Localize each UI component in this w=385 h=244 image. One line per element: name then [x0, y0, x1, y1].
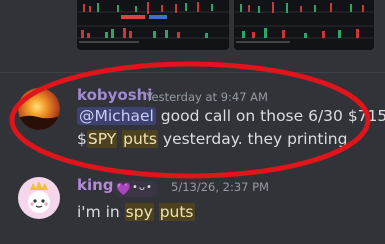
message-text: $	[77, 130, 87, 148]
message-content-line-2: $SPY puts yesterday. they printing.	[77, 130, 352, 148]
chart-screenshot-attachment-1[interactable]	[77, 0, 229, 50]
message-text: good call on those 6/30 $715	[155, 107, 385, 125]
username[interactable]: kobyoshi	[77, 86, 152, 104]
highlighted-keyword-spy: SPY	[86, 130, 118, 148]
face-icon: •ᴗ•	[132, 182, 153, 193]
user-mention[interactable]: @Michael	[77, 107, 156, 125]
message-divider	[0, 72, 385, 73]
image-attachments	[0, 0, 385, 58]
chart-screenshot-attachment-2[interactable]	[234, 0, 374, 50]
role-badge[interactable]: 💜 •ᴗ•	[112, 181, 158, 197]
message-text: yesterday. they printing.	[157, 130, 353, 148]
crowned-character-avatar-icon	[18, 177, 60, 219]
message-content-line-1: @Michael good call on those 6/30 $715	[77, 107, 385, 125]
message-text: i'm in	[77, 203, 125, 221]
avatar[interactable]	[18, 88, 60, 130]
highlighted-keyword-spy: spy	[124, 203, 154, 221]
message-king[interactable]: king 💜 •ᴗ• 5/13/26, 2:37 PM i'm in spy p…	[0, 170, 385, 244]
purple-heart-icon: 💜	[116, 182, 131, 196]
message-text	[154, 203, 159, 221]
avatar[interactable]	[18, 177, 60, 219]
message-content-line-1: i'm in spy puts	[77, 203, 195, 221]
sunset-avatar-icon	[18, 88, 60, 130]
message-kobyoshi[interactable]: kobyoshi Yesterday at 9:47 AM @Michael g…	[0, 82, 385, 162]
username[interactable]: king	[77, 176, 114, 194]
timestamp[interactable]: 5/13/26, 2:37 PM	[171, 180, 269, 194]
highlighted-keyword-puts: puts	[158, 203, 195, 221]
timestamp[interactable]: Yesterday at 9:47 AM	[146, 90, 268, 104]
highlighted-keyword-puts: puts	[122, 130, 158, 148]
